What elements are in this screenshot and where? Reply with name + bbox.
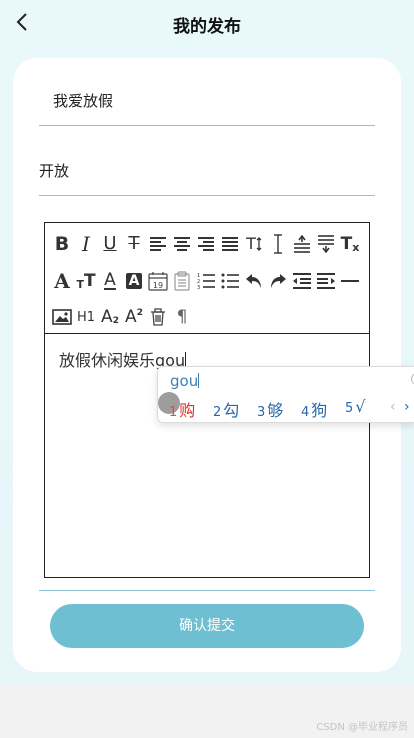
clipboard-icon[interactable] — [172, 270, 192, 292]
ime-candidate-popup: gou 1购 2勾 3够 4狗 5 √ ‹ › — [157, 366, 414, 423]
ime-candidate-4[interactable]: 4狗 — [301, 397, 327, 421]
indent-icon[interactable] — [316, 270, 336, 292]
ime-candidate-1[interactable]: 1购 — [169, 397, 195, 421]
paragraph-spacing-top-icon[interactable] — [292, 233, 312, 255]
redo-icon[interactable] — [268, 270, 288, 292]
paragraph-spacing-bottom-icon[interactable] — [316, 233, 336, 255]
italic-icon[interactable]: I — [76, 233, 96, 255]
clear-format-icon[interactable]: T x — [340, 233, 360, 255]
form-divider — [39, 590, 375, 591]
horizontal-rule-icon[interactable] — [340, 270, 360, 292]
unordered-list-icon[interactable] — [220, 270, 240, 292]
category-input-value: 开放 — [39, 162, 70, 180]
text-size-icon[interactable]: T — [244, 233, 264, 255]
heading-icon[interactable]: H1 — [76, 306, 96, 328]
ime-composition-text: gou — [170, 372, 199, 390]
ordered-list-icon[interactable]: 123 — [196, 270, 216, 292]
align-right-icon[interactable] — [196, 233, 216, 255]
delete-icon[interactable] — [148, 306, 168, 328]
bold-icon[interactable]: B — [52, 233, 72, 255]
superscript-icon[interactable]: A 2 — [124, 306, 144, 328]
align-justify-icon[interactable] — [220, 233, 240, 255]
background-color-icon[interactable]: A — [124, 270, 144, 292]
strikethrough-icon[interactable]: T — [124, 233, 144, 255]
undo-icon[interactable] — [244, 270, 264, 292]
title-input-value: 我爱放假 — [53, 92, 114, 110]
image-icon[interactable] — [52, 306, 72, 328]
paragraph-mark-icon[interactable]: ¶ — [172, 306, 192, 328]
svg-text:19: 19 — [153, 281, 163, 290]
publish-form-card: 我爱放假 开放 B I U T T T x A T T A A 19 1 2 3… — [13, 58, 401, 672]
ime-next-icon[interactable]: › — [404, 399, 410, 415]
ime-prev-icon[interactable]: ‹ — [390, 399, 396, 415]
date-icon[interactable]: 19 — [148, 270, 168, 292]
outdent-icon[interactable] — [292, 270, 312, 292]
nav-bar: 我的发布 — [0, 0, 414, 46]
submit-button[interactable]: 确认提交 — [50, 604, 364, 648]
ime-caret — [198, 373, 200, 388]
watermark: CSDN @毕业程序员 — [316, 722, 408, 733]
svg-text:3: 3 — [197, 285, 200, 289]
font-family-icon[interactable]: A — [52, 270, 72, 292]
page-title: 我的发布 — [173, 17, 241, 37]
ime-composition: gou — [170, 372, 200, 390]
category-field[interactable]: 开放 — [39, 126, 375, 196]
align-center-icon[interactable] — [172, 233, 192, 255]
font-color-icon[interactable]: A — [100, 270, 120, 292]
font-size-icon[interactable]: T T — [76, 270, 96, 292]
align-left-icon[interactable] — [148, 233, 168, 255]
editor-toolbar: B I U T T T x A T T A A 19 1 2 3 H1 A 2 … — [45, 223, 369, 334]
subscript-icon[interactable]: A 2 — [100, 306, 120, 328]
ime-candidate-3[interactable]: 3够 — [257, 397, 283, 421]
ime-candidate-2[interactable]: 2勾 — [213, 397, 239, 421]
title-field[interactable]: 我爱放假 — [39, 58, 375, 126]
underline-icon[interactable]: U — [100, 233, 120, 255]
line-height-icon[interactable] — [268, 233, 288, 255]
ime-candidate-5[interactable]: 5 √ — [345, 397, 365, 416]
